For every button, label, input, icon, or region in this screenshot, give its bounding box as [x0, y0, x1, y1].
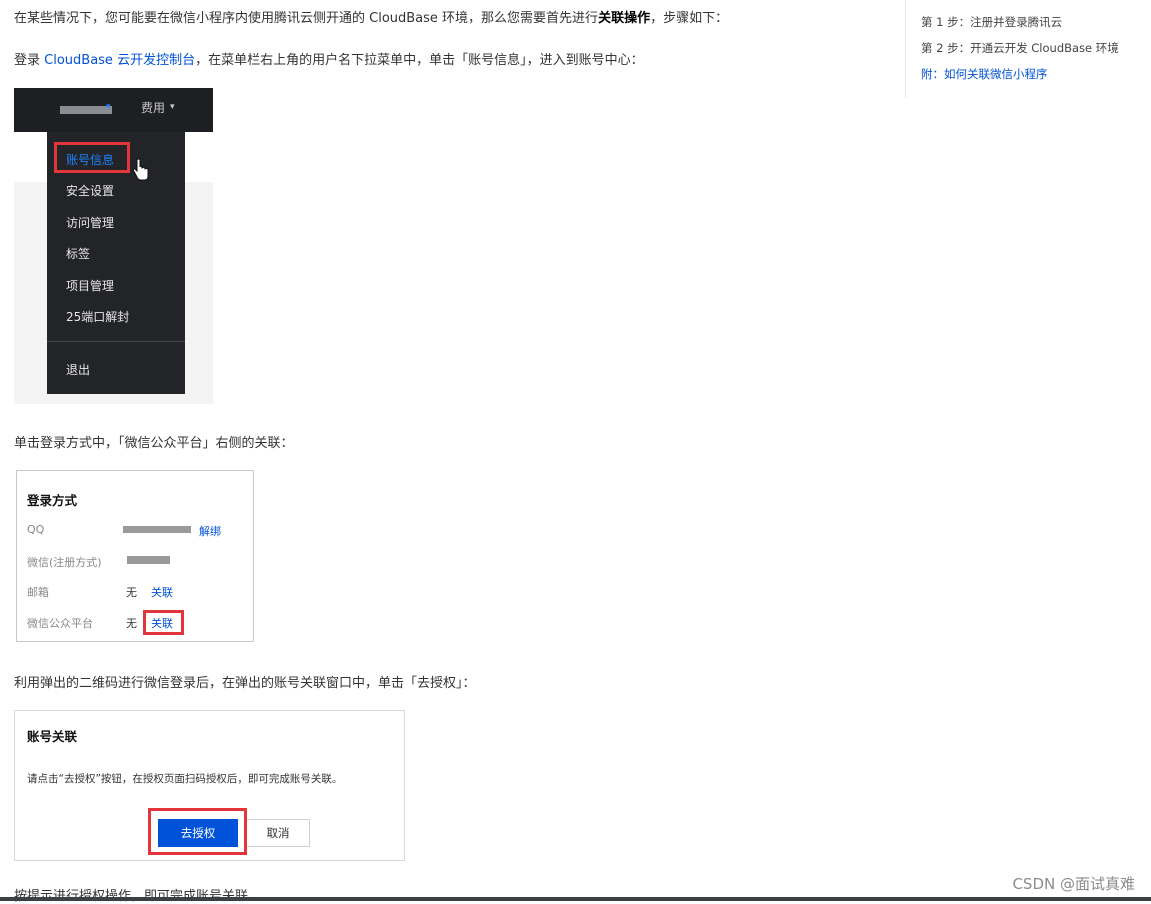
menu-item-projects: 项目管理	[66, 279, 115, 293]
fee-menu-label: 费用	[141, 101, 166, 115]
qq-label: QQ	[27, 523, 45, 536]
wechat-mp-label: 微信公众平台	[27, 617, 93, 630]
table-of-contents: 第 1 步：注册并登录腾讯云 第 2 步：开通云开发 CloudBase 环境 …	[905, 0, 1151, 98]
cloudbase-console-link[interactable]: CloudBase 云开发控制台	[44, 53, 195, 68]
chevron-down-icon: ▾	[170, 102, 175, 112]
csdn-watermark: CSDN @面试真难	[1012, 875, 1135, 893]
bottom-scroll-edge	[0, 897, 1151, 901]
cancel-button: 取消	[246, 819, 310, 847]
login-methods-screenshot: 登录方式 QQ 解绑 微信(注册方式) 邮箱 无 关联 微信公众平台 无 关联	[16, 470, 254, 642]
wechat-mp-value: 无	[126, 617, 137, 630]
blurred-qq-number	[123, 526, 191, 533]
console-top-bar: ▾ 费用 ▾	[14, 88, 213, 132]
authorize-paragraph: 利用弹出的二维码进行微信登录后，在弹出的账号关联窗口中，单击「去授权」：	[14, 676, 476, 691]
dialog-title: 账号关联	[27, 729, 78, 744]
login-methods-title: 登录方式	[27, 493, 78, 508]
login-tail-text: ，在菜单栏右上角的用户名下拉菜单中，单击「账号信息」，进入到账号中心：	[195, 53, 644, 68]
account-menu-screenshot: ▾ 费用 ▾ 账号信息 安全设置 访问管理 标签 项目管理 25端口解封 退出	[14, 88, 213, 404]
wechat-register-label: 微信(注册方式)	[27, 556, 102, 569]
intro-paragraph: 在某些情况下，您可能要在微信小程序内使用腾讯云侧开通的 CloudBase 环境…	[14, 7, 728, 26]
intro-text: 在某些情况下，您可能要在微信小程序内使用腾讯云侧开通的 CloudBase 环境…	[14, 11, 599, 26]
toc-item-step1[interactable]: 第 1 步：注册并登录腾讯云	[921, 14, 1062, 30]
email-link-action: 关联	[151, 586, 173, 599]
highlight-box	[143, 610, 184, 635]
email-label: 邮箱	[27, 586, 49, 599]
email-value: 无	[126, 586, 137, 599]
menu-item-security: 安全设置	[66, 184, 115, 198]
highlight-box	[148, 808, 247, 855]
menu-item-tags: 标签	[66, 247, 91, 261]
final-step-paragraph: 按提示进行授权操作，即可完成账号关联。	[14, 885, 261, 904]
qq-unbind-link: 解绑	[199, 525, 221, 538]
menu-item-logout: 退出	[66, 363, 91, 377]
menu-item-port25: 25端口解封	[66, 310, 130, 324]
login-method-paragraph: 单击登录方式中，「微信公众平台」右侧的关联：	[14, 436, 294, 451]
chevron-down-icon: ▾	[106, 102, 111, 112]
hand-cursor-icon	[132, 158, 149, 181]
menu-item-access: 访问管理	[66, 216, 115, 230]
blurred-username	[60, 106, 112, 114]
menu-divider	[47, 341, 185, 342]
login-prefix-text: 登录	[14, 53, 45, 68]
intro-tail-text: ，步骤如下：	[650, 11, 729, 26]
login-console-paragraph: 登录 CloudBase 云开发控制台，在菜单栏右上角的用户名下拉菜单中，单击「…	[14, 49, 644, 68]
toc-item-step2[interactable]: 第 2 步：开通云开发 CloudBase 环境	[921, 40, 1119, 56]
blurred-wechat-name	[127, 556, 170, 564]
account-link-dialog-screenshot: 账号关联 请点击“去授权”按钮，在授权页面扫码授权后，即可完成账号关联。 去授权…	[14, 710, 405, 861]
toc-item-appendix[interactable]: 附：如何关联微信小程序	[921, 66, 1048, 82]
highlight-box	[54, 142, 130, 173]
dialog-description: 请点击“去授权”按钮，在授权页面扫码授权后，即可完成账号关联。	[27, 773, 343, 785]
intro-bold-text: 关联操作	[598, 11, 651, 26]
